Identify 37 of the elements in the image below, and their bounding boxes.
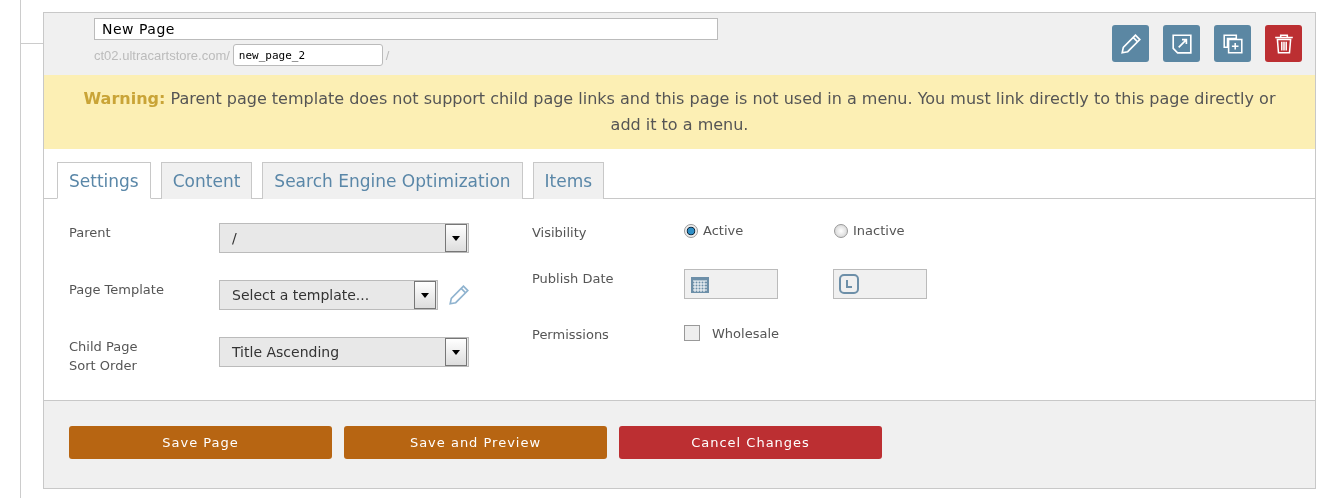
copy-button[interactable] xyxy=(1214,25,1251,62)
date-field[interactable] xyxy=(684,269,778,299)
duplicate-icon xyxy=(1221,32,1244,55)
url-suffix: / xyxy=(385,47,390,63)
expand-icon xyxy=(1170,32,1193,55)
trash-icon xyxy=(1272,32,1295,55)
checkbox[interactable] xyxy=(684,325,700,341)
pencil-icon xyxy=(1119,32,1142,55)
field-label: Page Template xyxy=(69,281,165,299)
dropdown[interactable]: Title Ascending xyxy=(219,337,469,367)
page-title-field[interactable]: New Page xyxy=(94,18,718,40)
checkbox-option[interactable]: Wholesale xyxy=(684,325,834,341)
edit-button[interactable] xyxy=(1112,25,1149,62)
action-button[interactable]: Cancel Changes xyxy=(619,426,882,459)
field-label: Publish Date xyxy=(532,270,615,288)
time-field[interactable] xyxy=(833,269,927,299)
delete-button[interactable] xyxy=(1265,25,1302,62)
calendar-icon xyxy=(690,274,710,294)
dropdown[interactable]: Select a template... xyxy=(219,280,438,310)
open-button[interactable] xyxy=(1163,25,1200,62)
field-label: Parent xyxy=(69,224,112,242)
field-label: Child Page Sort Order xyxy=(69,338,139,375)
tab[interactable]: Items xyxy=(532,162,605,199)
action-button[interactable]: Save and Preview xyxy=(344,426,607,459)
warning-message: Warning: Parent page template does not support child page links and this page is not used in a menu. You must link directly to this page directly or add it to a menu. xyxy=(44,75,1315,149)
field-label: Permissions xyxy=(532,326,610,344)
pencil-icon xyxy=(448,284,470,306)
radio-option[interactable]: Inactive xyxy=(834,223,984,238)
tab[interactable]: Settings xyxy=(57,162,151,199)
radio-icon[interactable] xyxy=(834,223,848,238)
radio-icon[interactable] xyxy=(684,223,698,238)
dropdown[interactable]: / xyxy=(219,223,469,253)
field-label: Visibility xyxy=(532,224,588,242)
action-button[interactable]: Save Page xyxy=(69,426,332,459)
radio-option[interactable]: Active xyxy=(684,223,834,238)
clock-icon xyxy=(839,274,859,294)
slug-field[interactable]: new_page_2 xyxy=(232,44,383,66)
